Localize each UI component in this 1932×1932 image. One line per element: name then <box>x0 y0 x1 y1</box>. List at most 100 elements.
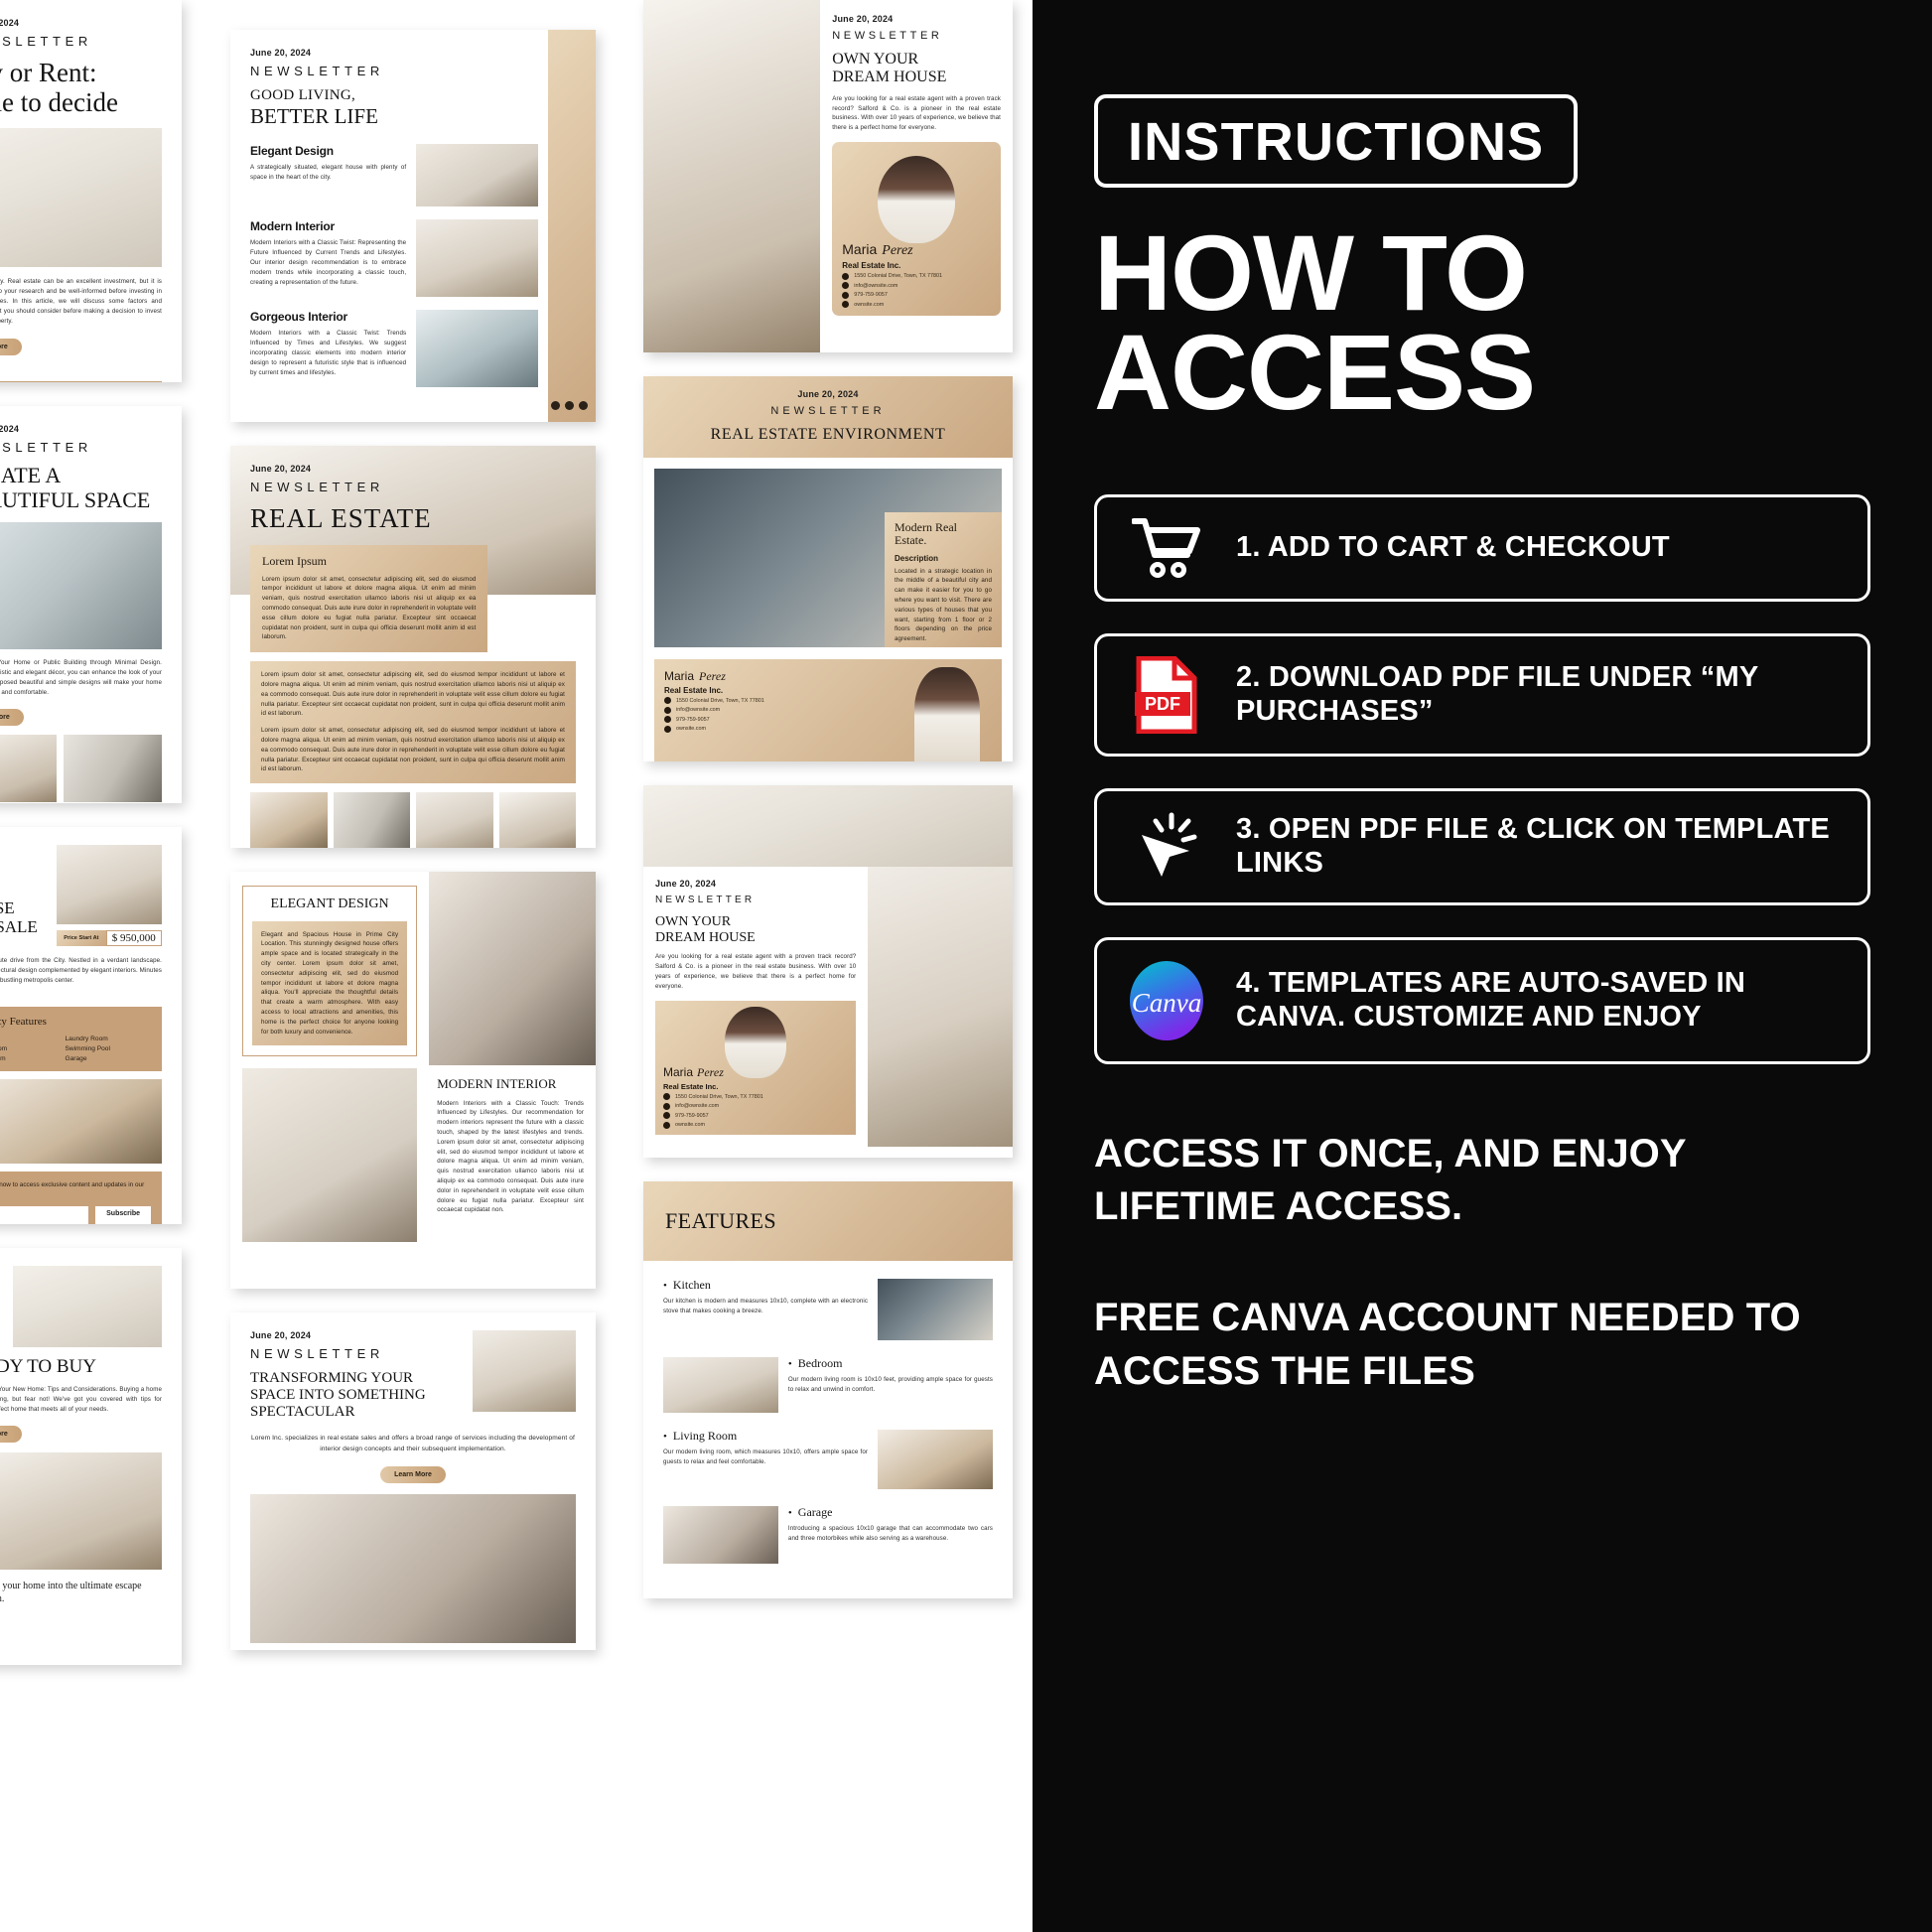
template-date: June 20, 2024 <box>250 48 312 58</box>
template-newsletter-label: NEWSLETTER <box>832 30 943 42</box>
section-heading: Elegant Design <box>250 144 334 159</box>
template-card-features[interactable]: FEATURES • Kitchen Our kitchen is modern … <box>643 1181 1013 1598</box>
mail-icon <box>663 1102 670 1110</box>
step-item-open-pdf[interactable]: 3. OPEN PDF FILE & CLICK ON TEMPLATE LIN… <box>1094 787 1870 905</box>
instructions-panel: INSTRUCTIONS HOW TO ACCESS 1. ADD TO CAR… <box>1033 0 1932 1932</box>
step-item-download-pdf[interactable]: PDF 2. DOWNLOAD PDF FILE UNDER “MY PURCH… <box>1094 632 1870 757</box>
agent-website[interactable]: ownsite.com <box>675 1122 705 1128</box>
agent-address: 1550 Colonial Drive, Town, TX 77801 <box>854 273 943 279</box>
page-title-line1: HOW TO <box>1094 212 1528 333</box>
template-title-line2: DREAM HOUSE <box>832 68 947 85</box>
agent-website[interactable]: ownsite.com <box>854 302 884 308</box>
agent-email[interactable]: info@ownsite.com <box>854 283 897 289</box>
template-card-own-dream-house-2[interactable]: June 20, 2024 NEWSLETTER OWN YOUR DREAM … <box>643 785 1013 1158</box>
template-photo <box>333 792 410 848</box>
template-photo <box>13 1266 162 1347</box>
subscribe-button[interactable]: Subscribe <box>95 1205 151 1224</box>
template-card-real-estate-lorem[interactable]: June 20, 2024 NEWSLETTER REAL ESTATE Lor… <box>230 446 596 848</box>
template-title-line1: TRANSFORMING YOUR <box>250 1370 414 1386</box>
template-title: CREATE A BEAUTIFUL SPACE <box>0 463 151 512</box>
globe-icon <box>664 725 671 733</box>
template-card-buy-or-rent[interactable]: June 20, 2024 NEWSLETTER Buy or Rent: Ti… <box>0 0 182 382</box>
agent-phone[interactable]: 979-759-9057 <box>854 292 888 298</box>
svg-text:PDF: PDF <box>1145 694 1180 714</box>
template-photo <box>472 1330 576 1412</box>
instructions-badge: INSTRUCTIONS <box>1094 94 1579 188</box>
template-title: HOUSE FOR SALE <box>0 898 38 937</box>
template-card-own-dream-house-1[interactable]: June 20, 2024 NEWSLETTER OWN YOUR DREAM … <box>643 0 1013 352</box>
gallery-column-2: June 20, 2024 NEWSLETTER GOOD LIVING, BE… <box>230 0 596 1674</box>
step-item-add-to-cart[interactable]: 1. ADD TO CART & CHECKOUT <box>1094 493 1870 602</box>
know-more-button[interactable]: Know More <box>0 709 24 727</box>
agent-email[interactable]: info@ownsite.com <box>675 1103 719 1109</box>
card-body: Located in a strategic location in the m… <box>895 567 992 643</box>
agent-website[interactable]: ownsite.com <box>676 726 706 732</box>
template-photo <box>498 792 576 848</box>
template-newsletter-label: NEWSLETTER <box>0 34 92 49</box>
agent-phone[interactable]: 979-759-9057 <box>676 717 710 723</box>
template-newsletter-label: NEWSLETTER <box>250 1346 384 1361</box>
agent-phone[interactable]: 979-759-9057 <box>675 1113 709 1119</box>
gallery-column-1: June 20, 2024 NEWSLETTER Buy or Rent: Ti… <box>0 0 182 1689</box>
section-photo <box>416 144 538 207</box>
location-pin-icon <box>663 1093 670 1101</box>
template-card-elegant-design[interactable]: ELEGANT DESIGN Elegant and Spacious Hous… <box>230 872 596 1289</box>
feature-desc: Our modern living room, which measures 1… <box>663 1449 869 1466</box>
feature-photo <box>878 1430 993 1489</box>
agent-first-name: Maria <box>664 668 695 683</box>
template-title-line1: OWN YOUR <box>655 914 732 929</box>
instructions-badge-label: INSTRUCTIONS <box>1128 112 1545 172</box>
template-card-house-for-sale[interactable]: HOUSE FOR SALE Price Start At $ 950,000 … <box>0 827 182 1224</box>
location-pin-icon <box>664 697 671 705</box>
canva-logo-icon: Canva <box>1123 960 1210 1041</box>
agent-email[interactable]: info@ownsite.com <box>676 707 720 713</box>
agent-last-name: Perez <box>699 668 726 683</box>
email-icon[interactable] <box>579 401 588 410</box>
section-heading: Gorgeous Interior <box>250 310 347 325</box>
template-newsletter-label: NEWSLETTER <box>250 64 384 78</box>
card-body: Lorem ipsum dolor sit amet, consectetur … <box>262 575 477 641</box>
feature-item: Swimming Pool <box>65 1044 110 1052</box>
tagline: Transform your home into the ultimate es… <box>0 1580 142 1605</box>
template-title-line3: SPECTACULAR <box>250 1403 355 1420</box>
template-title-line2: DREAM HOUSE <box>655 929 756 945</box>
template-title-line1: GOOD LIVING, <box>250 87 356 103</box>
feature-item: Dining Room <box>0 1044 8 1052</box>
template-newsletter-label: NEWSLETTER <box>250 480 384 494</box>
instagram-icon[interactable] <box>565 401 574 410</box>
template-title: REAL ESTATE <box>250 503 432 533</box>
template-card-ready-to-buy[interactable]: READY TO BUY Ready to Buy Your New Home:… <box>0 1248 182 1665</box>
social-links[interactable] <box>551 401 588 410</box>
feature-item: Laundry Room <box>65 1035 108 1042</box>
section-body: A strategically situated, elegant house … <box>250 164 407 182</box>
template-newsletter-label: NEWSLETTER <box>0 440 92 455</box>
section-heading: ELEGANT DESIGN <box>270 897 389 911</box>
read-more-button[interactable]: Read More <box>0 1425 22 1443</box>
read-more-button[interactable]: Read More <box>0 339 22 356</box>
template-card-good-living[interactable]: June 20, 2024 NEWSLETTER GOOD LIVING, BE… <box>230 30 596 422</box>
features-heading: Property Features <box>0 1016 47 1029</box>
template-title-line2: SPACE INTO SOMETHING <box>250 1386 426 1403</box>
card-heading-line2: Estate. <box>895 533 927 548</box>
section-heading-2: MODERN INTERIOR <box>437 1076 557 1091</box>
template-photo <box>0 128 162 268</box>
feature-photo <box>663 1357 778 1413</box>
outro-line-canva-account: FREE CANVA ACCOUNT NEEDED TO ACCESS THE … <box>1094 1296 1801 1393</box>
page-title: HOW TO ACCESS <box>1094 212 1870 426</box>
template-card-beautiful-space[interactable]: June 20, 2024 NEWSLETTER CREATE A BEAUTI… <box>0 406 182 803</box>
bullet-icon: • <box>663 1279 667 1292</box>
hero-photo <box>643 785 1013 867</box>
agent-first-name: Maria <box>663 1064 694 1079</box>
email-input[interactable] <box>0 1205 89 1224</box>
step-label: 2. DOWNLOAD PDF FILE UNDER “MY PURCHASES… <box>1236 661 1758 727</box>
template-card-real-estate-environment[interactable]: June 20, 2024 NEWSLETTER REAL ESTATE ENV… <box>643 376 1013 761</box>
pdf-file-icon: PDF <box>1123 655 1210 734</box>
learn-more-button[interactable]: Learn More <box>380 1466 446 1484</box>
template-body: Just a 20-minute drive from the City. Ne… <box>0 957 162 984</box>
template-card-transforming-space[interactable]: June 20, 2024 NEWSLETTER TRANSFORMING YO… <box>230 1312 596 1650</box>
template-date: June 20, 2024 <box>797 389 859 399</box>
facebook-icon[interactable] <box>551 401 560 410</box>
card-body-3: Lorem ipsum dolor sit amet, consectetur … <box>261 727 565 773</box>
agent-last-name: Perez <box>697 1064 724 1079</box>
step-item-canva[interactable]: Canva 4. TEMPLATES ARE AUTO-SAVED IN CAN… <box>1094 936 1870 1064</box>
